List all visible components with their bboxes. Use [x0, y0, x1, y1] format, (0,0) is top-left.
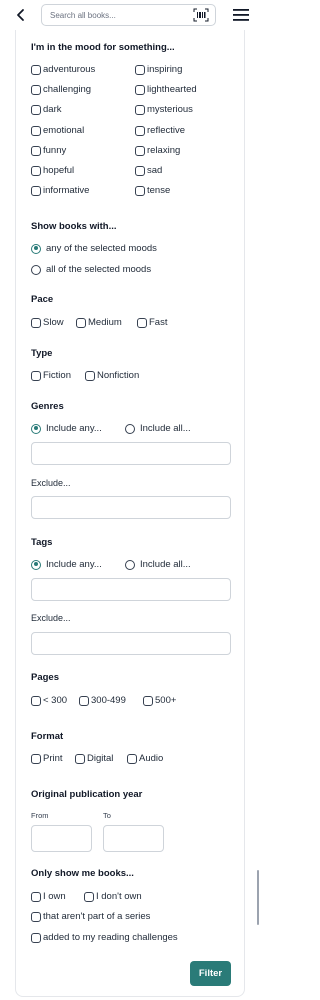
option-reading-challenges[interactable]: added to my reading challenges — [31, 932, 178, 943]
checkbox[interactable] — [135, 104, 145, 115]
tags-include-all-radio[interactable]: Include all... — [125, 559, 191, 570]
radio[interactable] — [125, 423, 135, 434]
pages-option-500-plus[interactable]: 500+ — [143, 695, 176, 706]
match-any-moods-radio[interactable]: any of the selected moods — [31, 243, 157, 254]
mood-option-emotional[interactable]: emotional — [31, 125, 84, 136]
year-from-input[interactable] — [31, 825, 92, 852]
checkbox[interactable] — [31, 104, 41, 115]
checkbox[interactable] — [135, 64, 145, 75]
genres-include-input[interactable] — [31, 442, 231, 465]
checkbox[interactable] — [31, 932, 41, 943]
checkbox[interactable] — [135, 125, 145, 136]
ownership-option-dont-own[interactable]: I don't own — [84, 891, 142, 902]
tags-include-input[interactable] — [31, 578, 231, 601]
genres-heading: Genres — [31, 401, 64, 412]
checkbox[interactable] — [31, 911, 41, 922]
checkbox[interactable] — [31, 317, 41, 328]
mood-option-tense[interactable]: tense — [135, 185, 170, 196]
mood-option-inspiring[interactable]: inspiring — [135, 64, 182, 75]
mood-option-adventurous[interactable]: adventurous — [31, 64, 95, 75]
genres-exclude-input[interactable] — [31, 496, 231, 519]
scrollbar[interactable] — [257, 870, 259, 925]
checkbox[interactable] — [85, 370, 95, 381]
pace-option-slow[interactable]: Slow — [31, 317, 64, 328]
radio[interactable] — [125, 559, 135, 570]
checkbox[interactable] — [31, 64, 41, 75]
pages-option-under-300[interactable]: < 300 — [31, 695, 67, 706]
checkbox[interactable] — [31, 891, 41, 902]
checkbox[interactable] — [135, 84, 145, 95]
checkbox[interactable] — [127, 753, 137, 764]
checkbox[interactable] — [135, 165, 145, 176]
checkbox[interactable] — [84, 891, 94, 902]
format-heading: Format — [31, 731, 64, 742]
radio-selected[interactable] — [31, 559, 41, 570]
radio[interactable] — [31, 264, 41, 275]
checkbox[interactable] — [31, 84, 41, 95]
type-option-fiction[interactable]: Fiction — [31, 370, 71, 381]
year-from-label: From — [31, 811, 49, 820]
type-heading: Type — [31, 348, 53, 359]
checkbox[interactable] — [31, 185, 41, 196]
year-to-input[interactable] — [103, 825, 164, 852]
mood-option-hopeful[interactable]: hopeful — [31, 165, 74, 176]
checkbox[interactable] — [143, 695, 153, 706]
option-not-part-of-series[interactable]: that aren't part of a series — [31, 911, 150, 922]
hamburger-menu-icon[interactable] — [233, 8, 249, 22]
mood-option-reflective[interactable]: reflective — [135, 125, 185, 136]
filter-button[interactable]: Filter — [190, 961, 231, 986]
mood-heading: I'm in the mood for something... — [31, 42, 175, 53]
radio-selected[interactable] — [31, 243, 41, 254]
checkbox[interactable] — [76, 317, 86, 328]
mood-option-relaxing[interactable]: relaxing — [135, 145, 180, 156]
tags-exclude-input[interactable] — [31, 632, 231, 655]
pages-heading: Pages — [31, 672, 59, 683]
show-books-heading: Show books with... — [31, 221, 117, 232]
format-option-digital[interactable]: Digital — [75, 753, 113, 764]
tags-include-any-radio[interactable]: Include any... — [31, 559, 102, 570]
mood-option-informative[interactable]: informative — [31, 185, 89, 196]
genres-include-any-radio[interactable]: Include any... — [31, 423, 102, 434]
mood-option-mysterious[interactable]: mysterious — [135, 104, 193, 115]
pages-option-300-499[interactable]: 300-499 — [79, 695, 126, 706]
only-show-heading: Only show me books... — [31, 868, 134, 879]
radio-selected[interactable] — [31, 423, 41, 434]
year-to-label: To — [103, 811, 111, 820]
tags-heading: Tags — [31, 537, 53, 548]
checkbox[interactable] — [31, 695, 41, 706]
search-input[interactable] — [42, 5, 182, 25]
genres-exclude-label: Exclude... — [31, 478, 71, 488]
checkbox[interactable] — [79, 695, 89, 706]
top-bar — [0, 0, 261, 30]
format-option-audio[interactable]: Audio — [127, 753, 163, 764]
checkbox[interactable] — [31, 145, 41, 156]
checkbox[interactable] — [75, 753, 85, 764]
mood-option-challenging[interactable]: challenging — [31, 84, 91, 95]
publication-year-heading: Original publication year — [31, 789, 143, 800]
checkbox[interactable] — [135, 185, 145, 196]
mood-option-lighthearted[interactable]: lighthearted — [135, 84, 197, 95]
type-option-nonfiction[interactable]: Nonfiction — [85, 370, 139, 381]
ownership-option-own[interactable]: I own — [31, 891, 66, 902]
mood-option-sad[interactable]: sad — [135, 165, 162, 176]
mood-option-dark[interactable]: dark — [31, 104, 61, 115]
checkbox[interactable] — [135, 145, 145, 156]
genres-include-all-radio[interactable]: Include all... — [125, 423, 191, 434]
checkbox[interactable] — [31, 753, 41, 764]
back-arrow-icon[interactable] — [14, 7, 28, 23]
checkbox[interactable] — [31, 125, 41, 136]
pace-heading: Pace — [31, 294, 54, 305]
match-all-moods-radio[interactable]: all of the selected moods — [31, 264, 151, 275]
pace-option-medium[interactable]: Medium — [76, 317, 122, 328]
search-box[interactable] — [41, 4, 216, 26]
checkbox[interactable] — [31, 165, 41, 176]
tags-exclude-label: Exclude... — [31, 613, 71, 623]
checkbox[interactable] — [137, 317, 147, 328]
checkbox[interactable] — [31, 370, 41, 381]
mood-option-funny[interactable]: funny — [31, 145, 66, 156]
pace-option-fast[interactable]: Fast — [137, 317, 167, 328]
barcode-scan-icon[interactable] — [193, 8, 209, 22]
format-option-print[interactable]: Print — [31, 753, 63, 764]
